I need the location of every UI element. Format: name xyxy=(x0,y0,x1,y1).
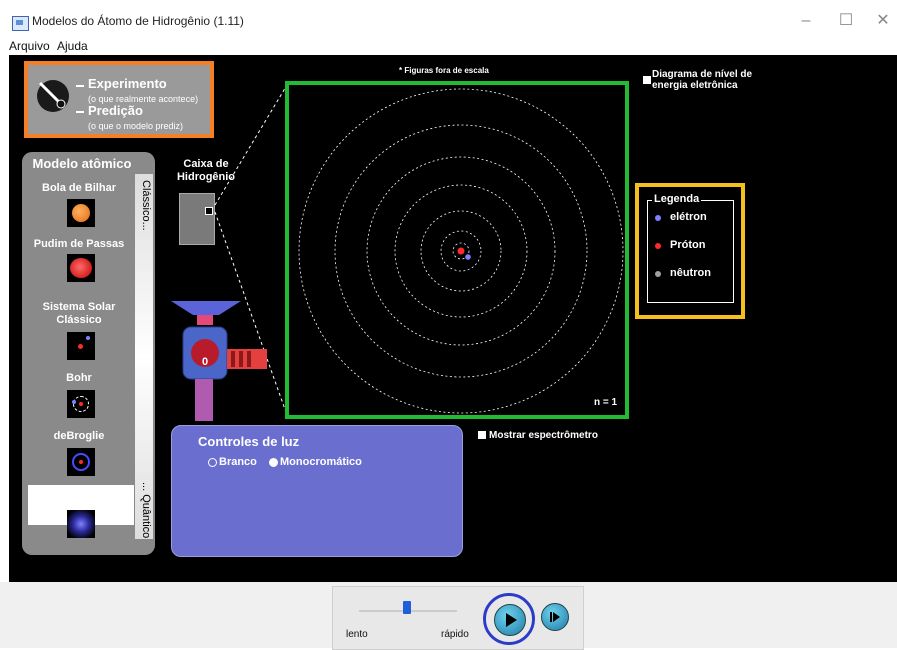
minimize-icon[interactable]: – xyxy=(796,11,816,31)
legend-electron: elétron xyxy=(670,211,707,223)
spectrometer-checkbox[interactable] xyxy=(478,431,486,439)
simulation-stage: Experimento (o que realmente acontece) P… xyxy=(9,55,897,582)
menu-ajuda[interactable]: Ajuda xyxy=(57,39,88,53)
atom-view: n = 1 xyxy=(285,81,629,419)
quantum-label: ... Quântico xyxy=(140,482,152,539)
speed-slider-thumb[interactable] xyxy=(403,601,411,614)
legend-proton: Próton xyxy=(670,239,706,251)
orbit-state-label: n = 1 xyxy=(594,397,618,408)
proton-dot xyxy=(457,247,465,255)
legend-neutron: nêutron xyxy=(670,267,711,279)
window-title: Modelos do Átomo de Hidrogênio (1.11) xyxy=(32,14,244,28)
maximize-icon[interactable]: ☐ xyxy=(836,11,856,31)
legend: Legenda elétron Próton nêutron xyxy=(647,193,734,303)
light-controls-panel: Controles de luz Branco Monocromático xyxy=(171,425,463,557)
close-icon[interactable]: ✕ xyxy=(873,11,893,31)
energy-diagram-checkbox[interactable] xyxy=(643,76,651,84)
model-schroedinger-label[interactable]: Schröedinger xyxy=(26,492,132,504)
play-button[interactable] xyxy=(483,593,535,645)
title-bar: Modelos do Átomo de Hidrogênio (1.11) – … xyxy=(0,0,897,38)
light-gun-icon xyxy=(171,301,267,421)
electron-dot xyxy=(465,254,471,260)
gun-counter: 0 xyxy=(201,356,209,368)
legend-title: Legenda xyxy=(652,193,702,205)
white-light-label[interactable]: Branco xyxy=(219,456,257,468)
spectrometer-label[interactable]: Mostrar espectrômetro xyxy=(489,430,598,441)
menu-bar: Arquivo Ajuda xyxy=(0,38,897,54)
debroglie-icon[interactable] xyxy=(67,448,95,476)
clock-controls: lento rápido xyxy=(332,586,584,650)
proton-legend-icon xyxy=(655,243,661,249)
electron-legend-icon xyxy=(655,215,661,221)
legend-box: Legenda elétron Próton nêutron xyxy=(635,183,745,319)
model-debroglie-label[interactable]: deBroglie xyxy=(26,430,132,442)
white-light-radio[interactable] xyxy=(208,458,217,467)
step-button[interactable] xyxy=(541,603,569,631)
energy-diagram-label[interactable]: Diagrama de nível de energia eletrônica xyxy=(652,69,777,91)
speed-fast-label: rápido xyxy=(441,629,469,640)
bohr-orbits xyxy=(298,88,624,414)
neutron-legend-icon xyxy=(655,271,661,277)
speed-slow-label: lento xyxy=(346,629,368,640)
scale-note: * Figuras fora de escala xyxy=(399,66,489,75)
monochromatic-radio[interactable] xyxy=(269,458,278,467)
menu-arquivo[interactable]: Arquivo xyxy=(9,39,50,53)
bottom-controls: lento rápido xyxy=(0,582,897,650)
play-icon[interactable] xyxy=(494,604,526,636)
java-app-icon xyxy=(12,16,29,31)
schroedinger-icon[interactable] xyxy=(67,510,95,538)
light-controls-title: Controles de luz xyxy=(198,434,300,449)
monochromatic-label[interactable]: Monocromático xyxy=(280,456,362,468)
